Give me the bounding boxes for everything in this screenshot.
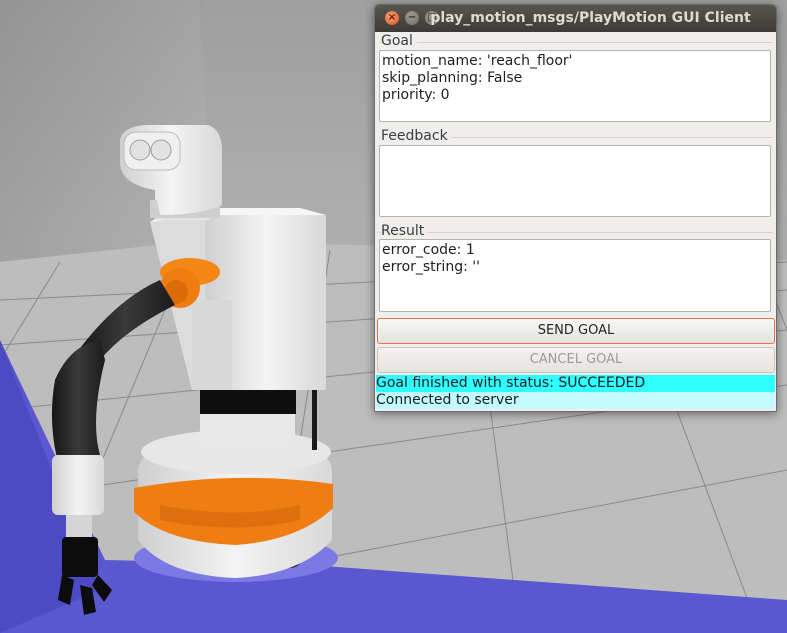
result-textbox[interactable]: error_code: 1 error_string: '' (379, 239, 771, 312)
result-line: error_string: '' (382, 259, 480, 275)
goal-status-text: Goal finished with status: SUCCEEDED (376, 375, 775, 392)
title-bar[interactable]: × − □ play_motion_msgs/PlayMotion GUI Cl… (375, 5, 776, 32)
result-divider (379, 232, 773, 233)
goal-label: Goal (381, 33, 417, 49)
goal-group: Goal motion_name: 'reach_floor' skip_pla… (379, 33, 773, 123)
result-label: Result (381, 223, 429, 239)
result-line: error_code: 1 (382, 242, 475, 258)
feedback-label: Feedback (381, 128, 452, 144)
goal-line: priority: 0 (382, 87, 450, 103)
send-goal-button[interactable]: SEND GOAL (377, 318, 775, 344)
playmotion-gui-window: × − □ play_motion_msgs/PlayMotion GUI Cl… (374, 4, 777, 412)
cancel-goal-button[interactable]: CANCEL GOAL (377, 347, 775, 373)
goal-divider (379, 42, 773, 43)
result-group: Result error_code: 1 error_string: '' (379, 223, 773, 313)
window-title: play_motion_msgs/PlayMotion GUI Client (430, 10, 751, 26)
feedback-textbox[interactable] (379, 145, 771, 217)
goal-line: skip_planning: False (382, 70, 523, 86)
goal-line: motion_name: 'reach_floor' (382, 53, 573, 69)
goal-textbox[interactable]: motion_name: 'reach_floor' skip_planning… (379, 50, 771, 122)
feedback-group: Feedback (379, 128, 773, 218)
connection-status-text: Connected to server (376, 392, 775, 409)
